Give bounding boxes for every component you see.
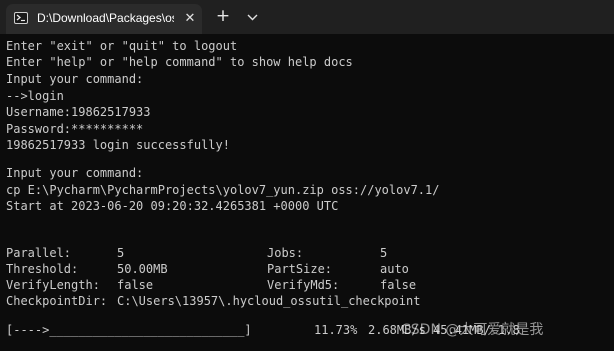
output-line: Password:********** — [6, 122, 144, 136]
progress-bar: [---->___________________________] — [6, 323, 252, 337]
watermark: CSDN @大可爱就是我 — [401, 322, 544, 338]
terminal-icon — [14, 12, 28, 24]
output-line: Enter "help" or "help command" to show h… — [6, 55, 353, 69]
close-icon[interactable]: ✕ — [182, 11, 198, 27]
stat-value: false — [117, 278, 154, 292]
output-line: Input your command: — [6, 72, 144, 86]
stat-value: 50.00MB — [117, 262, 168, 276]
title-bar: D:\Download\Packages\oss_w ✕ + — [0, 0, 614, 34]
output-line: Username:19862517933 — [6, 105, 151, 119]
stat-value: 5 — [380, 246, 388, 260]
stat-value: 5 — [117, 246, 125, 260]
stat-value: auto — [380, 262, 409, 276]
output-line: Input your command: — [6, 166, 144, 180]
stat-value: false — [380, 278, 417, 292]
terminal-output[interactable]: Enter "exit" or "quit" to logout Enter "… — [0, 34, 614, 351]
stat-label: CheckpointDir: — [6, 294, 108, 308]
new-tab-button[interactable]: + — [211, 6, 235, 28]
stat-label: VerifyLength: — [6, 278, 100, 292]
progress-percent: 11.73% — [314, 323, 358, 337]
tab-title: D:\Download\Packages\oss_w — [37, 11, 174, 25]
tab-active[interactable]: D:\Download\Packages\oss_w ✕ — [6, 4, 202, 34]
output-line: Enter "exit" or "quit" to logout — [6, 39, 238, 53]
output-line: 19862517933 login successfully! — [6, 138, 230, 152]
stat-label: Parallel: — [6, 246, 72, 260]
stat-label: Jobs: — [267, 246, 304, 260]
terminal-window: D:\Download\Packages\oss_w ✕ + Enter "ex… — [0, 0, 614, 351]
stat-label: PartSize: — [267, 262, 333, 276]
stat-label: VerifyMd5: — [267, 278, 340, 292]
chevron-down-icon[interactable] — [242, 6, 264, 28]
stat-label: Threshold: — [6, 262, 79, 276]
output-line: cp E:\Pycharm\PycharmProjects\yolov7_yun… — [6, 183, 440, 197]
output-line: Start at 2023-06-20 09:20:32.4265381 +00… — [6, 199, 339, 213]
stat-value: C:\Users\13957\.hycloud_ossutil_checkpoi… — [117, 294, 421, 308]
output-line: -->login — [6, 89, 64, 103]
